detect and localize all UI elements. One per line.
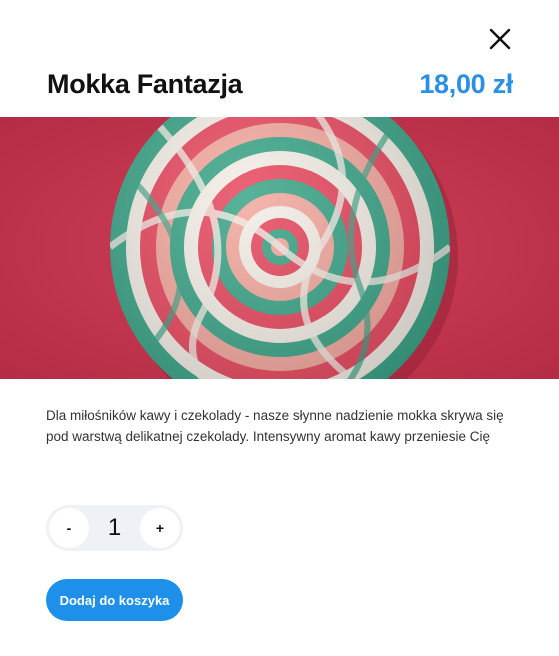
decrement-button[interactable]: - (49, 508, 89, 548)
product-title: Mokka Fantazja (47, 68, 243, 99)
product-price: 18,00 zł (419, 68, 513, 99)
product-description: Dla miłośników kawy i czekolady - nasze … (46, 408, 504, 444)
product-modal: Mokka Fantazja 18,00 zł Dla miłośników k… (0, 0, 559, 656)
close-icon[interactable] (486, 25, 514, 53)
product-image (0, 117, 559, 379)
quantity-stepper: - 1 + (46, 505, 183, 551)
product-header: Mokka Fantazja 18,00 zł (47, 62, 513, 106)
add-to-cart-button[interactable]: Dodaj do koszyka (46, 579, 183, 621)
increment-button[interactable]: + (140, 508, 180, 548)
lollipop-image (0, 117, 559, 379)
quantity-value: 1 (107, 514, 122, 541)
